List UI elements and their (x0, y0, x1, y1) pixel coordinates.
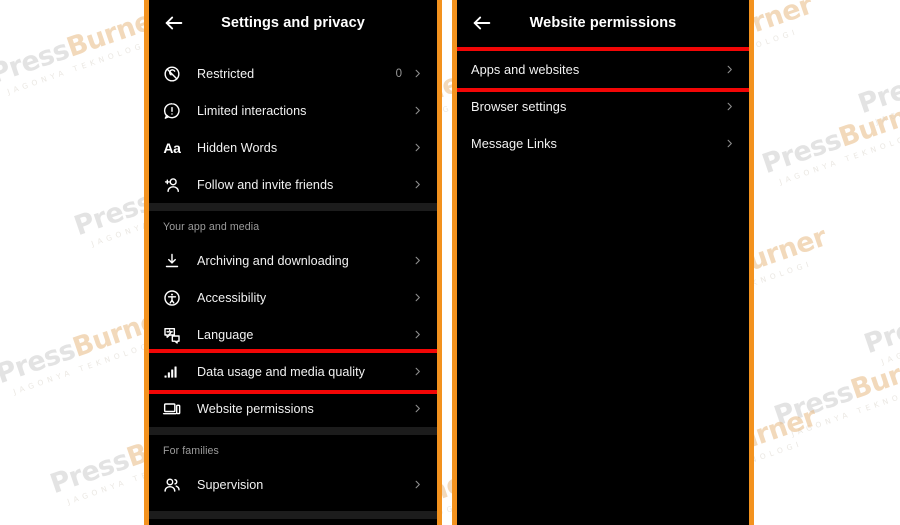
settings-row-label: Data usage and media quality (197, 364, 366, 379)
chevron-right-icon (412, 292, 423, 303)
section-divider (149, 511, 437, 519)
settings-row-label: Hidden Words (197, 140, 278, 155)
data-usage-icon (161, 361, 183, 383)
settings-row-label: Supervision (197, 477, 264, 492)
website-permissions-screen: Website permissions Apps and websites Bro… (457, 0, 749, 525)
settings-row-count: 0 (395, 67, 402, 80)
list-top-spacer (149, 46, 437, 55)
chevron-right-icon (412, 68, 423, 79)
settings-row-label: Apps and websites (471, 62, 580, 77)
list-item: Supervision (149, 466, 437, 503)
settings-row-label: Accessibility (197, 290, 267, 305)
list-item: Website permissions (149, 390, 437, 427)
settings-row-accessibility[interactable]: Accessibility (149, 279, 437, 316)
accessibility-icon (161, 287, 183, 309)
chevron-right-icon (412, 255, 423, 266)
list-item: Apps and websites (457, 47, 749, 92)
settings-row-browser-settings[interactable]: Browser settings (457, 88, 749, 125)
settings-row-hidden-words[interactable]: Aa Hidden Words (149, 129, 437, 166)
chevron-right-icon (412, 105, 423, 116)
settings-row-label: Browser settings (471, 99, 567, 114)
section-header: Your app and media (163, 220, 260, 233)
settings-appbar: Settings and privacy (149, 0, 437, 46)
settings-screen: Settings and privacy Restricted 0 Limited … (149, 0, 437, 525)
list-item: Limited interactions (149, 92, 437, 129)
page-title: Website permissions (529, 15, 677, 31)
settings-row-restricted[interactable]: Restricted 0 (149, 55, 437, 92)
settings-row-website-permissions[interactable]: Website permissions (149, 390, 437, 427)
website-permissions-icon (161, 398, 183, 420)
phone-panel-settings: Settings and privacy Restricted 0 Limited … (144, 0, 442, 525)
arrow-left-icon[interactable] (161, 10, 187, 36)
chevron-right-icon (412, 479, 423, 490)
limited-interactions-icon (161, 100, 183, 122)
watermark: PressBurnerJAGONYA TEKNOLOGI (758, 91, 900, 187)
list-item: Follow and invite friends (149, 166, 437, 203)
chevron-right-icon (412, 179, 423, 190)
download-icon (161, 250, 183, 272)
settings-row-data-usage-and-media-quality[interactable]: Data usage and media quality (149, 353, 437, 390)
settings-list: Restricted 0 Limited interactions Aa Hidden … (149, 46, 437, 519)
list-item: Message Links (457, 125, 749, 162)
follow-invite-icon (161, 174, 183, 196)
list-item: Accessibility (149, 279, 437, 316)
chevron-right-icon (412, 329, 423, 340)
settings-row-label: Language (197, 327, 254, 342)
language-icon (161, 324, 183, 346)
list-item: Aa Hidden Words (149, 129, 437, 166)
settings-row-apps-and-websites[interactable]: Apps and websites (457, 51, 749, 88)
list-item: Language (149, 316, 437, 353)
settings-row-follow-and-invite-friends[interactable]: Follow and invite friends (149, 166, 437, 203)
settings-row-label: Follow and invite friends (197, 177, 334, 192)
supervision-icon (161, 474, 183, 496)
settings-row-label: Website permissions (197, 401, 314, 416)
website-permissions-list: Apps and websites Browser settings Message… (457, 46, 749, 162)
chevron-right-icon (724, 64, 735, 75)
list-item: Browser settings (457, 88, 749, 125)
settings-row-label: Archiving and downloading (197, 253, 349, 268)
list-item: Data usage and media quality (149, 349, 437, 394)
section-divider (149, 203, 437, 211)
settings-row-limited-interactions[interactable]: Limited interactions (149, 92, 437, 129)
arrow-left-icon[interactable] (469, 10, 495, 36)
section-header: For families (163, 444, 219, 457)
watermark-layer: PressBurnerJAGONYA TEKNOLOGIPressBurnerJ… (0, 0, 900, 525)
screenshot-root: PressBurnerJAGONYA TEKNOLOGIPressBurnerJ… (0, 0, 900, 525)
settings-row-label: Message Links (471, 136, 558, 151)
settings-row-archiving-and-downloading[interactable]: Archiving and downloading (149, 242, 437, 279)
restricted-icon (161, 63, 183, 85)
chevron-right-icon (412, 366, 423, 377)
chevron-right-icon (412, 142, 423, 153)
section-divider (149, 427, 437, 435)
chevron-right-icon (724, 101, 735, 112)
watermark: PressBurnerJAGONYA TEKNOLOGI (860, 304, 900, 367)
settings-row-message-links[interactable]: Message Links (457, 125, 749, 162)
website-permissions-appbar: Website permissions (457, 0, 749, 46)
chevron-right-icon (724, 138, 735, 149)
settings-row-label: Restricted (197, 66, 255, 81)
watermark: PressBurnerJAGONYA TEKNOLOGI (770, 343, 900, 439)
page-title: Settings and privacy (221, 15, 365, 31)
watermark: PressBurnerJAGONYA TEKNOLOGI (854, 64, 900, 127)
settings-row-label: Limited interactions (197, 103, 307, 118)
hidden-words-icon: Aa (163, 139, 181, 156)
settings-row-supervision[interactable]: Supervision (149, 466, 437, 503)
phone-panel-website-permissions: Website permissions Apps and websites Bro… (452, 0, 754, 525)
list-item: Restricted 0 (149, 55, 437, 92)
chevron-right-icon (412, 403, 423, 414)
list-item: Archiving and downloading (149, 242, 437, 279)
settings-row-language[interactable]: Language (149, 316, 437, 353)
